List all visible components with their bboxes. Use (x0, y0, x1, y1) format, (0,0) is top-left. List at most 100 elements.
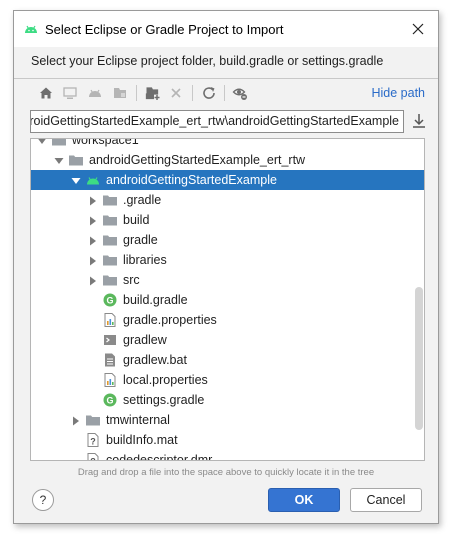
download-icon[interactable] (410, 112, 428, 130)
eye-icon (232, 88, 247, 100)
window-title: Select Eclipse or Gradle Project to Impo… (45, 22, 284, 37)
tree-row-label: src (123, 273, 140, 287)
tree-row-label: buildInfo.mat (106, 433, 178, 447)
expand-arrow-icon[interactable] (71, 415, 81, 426)
tree-row-label: androidGettingStartedExample_ert_rtw (89, 153, 306, 167)
title-bar: Select Eclipse or Gradle Project to Impo… (14, 11, 438, 47)
tree-row[interactable]: Gbuild.gradle (31, 290, 424, 310)
module-button[interactable] (110, 83, 130, 103)
expand-arrow-icon[interactable] (88, 275, 98, 286)
tree-row-label: workspace1 (72, 138, 139, 147)
delete-button[interactable] (166, 83, 186, 103)
show-hidden-button[interactable] (230, 83, 250, 103)
close-button[interactable] (408, 19, 428, 39)
tree-row[interactable]: workspace1 (31, 138, 424, 150)
properties-file-icon (102, 312, 118, 328)
tree-row[interactable]: ? codedescriptor.dmr (31, 450, 424, 462)
dialog-description: Select your Eclipse project folder, buil… (31, 54, 384, 68)
folder-icon (102, 272, 118, 288)
delete-icon (171, 88, 181, 98)
tree-row[interactable]: gradlew (31, 330, 424, 350)
folder-icon (85, 412, 101, 428)
android-icon (89, 89, 101, 97)
drag-drop-hint: Drag and drop a file into the space abov… (77, 467, 375, 478)
folder-icon (51, 139, 67, 148)
new-folder-icon (145, 87, 160, 100)
svg-text:G: G (106, 295, 113, 305)
gradle-file-icon: G (102, 392, 118, 408)
text-file-icon (102, 352, 118, 368)
unknown-file-icon: ? (85, 432, 101, 448)
shell-file-icon (102, 332, 118, 348)
desktop-button[interactable] (60, 83, 80, 103)
file-tree[interactable]: workspace1 androidGettingStartedExample_e… (30, 138, 425, 461)
hide-path-link[interactable]: Hide path (371, 86, 425, 100)
tree-row[interactable]: ? buildInfo.mat (31, 430, 424, 450)
home-button[interactable] (36, 83, 56, 103)
tree-row[interactable]: androidGettingStartedExample (31, 170, 424, 190)
tree-row-label: local.properties (123, 373, 208, 387)
svg-text:G: G (106, 395, 113, 405)
desktop-icon (63, 87, 77, 99)
unknown-file-icon: ? (85, 452, 101, 462)
tree-row[interactable]: tmwinternal (31, 410, 424, 430)
tree-row[interactable]: gradle (31, 230, 424, 250)
gradle-file-icon: G (102, 292, 118, 308)
tree-row-label: libraries (123, 253, 167, 267)
divider (14, 78, 438, 79)
collapse-arrow-icon[interactable] (37, 139, 47, 145)
import-dialog: Select Eclipse or Gradle Project to Impo… (13, 10, 439, 524)
toolbar-separator (136, 85, 137, 101)
tree-row-label: gradle.properties (123, 313, 217, 327)
folder-icon (68, 152, 84, 168)
tree-row[interactable]: Gsettings.gradle (31, 390, 424, 410)
tree-row[interactable]: gradlew.bat (31, 350, 424, 370)
new-folder-button[interactable] (143, 83, 163, 103)
tree-row[interactable]: local.properties (31, 370, 424, 390)
android-studio-icon (25, 25, 37, 33)
home-icon (40, 87, 52, 99)
module-icon (114, 88, 126, 98)
tree-row[interactable]: libraries (31, 250, 424, 270)
expand-arrow-icon[interactable] (88, 255, 98, 266)
folder-icon (102, 252, 118, 268)
collapse-arrow-icon[interactable] (54, 155, 64, 165)
expand-arrow-icon[interactable] (88, 235, 98, 246)
svg-text:?: ? (90, 437, 96, 447)
project-button[interactable] (85, 83, 105, 103)
toolbar: Hide path (30, 81, 425, 105)
cancel-button[interactable]: Cancel (350, 488, 422, 512)
folder-icon (102, 212, 118, 228)
path-value: ndroidGettingStartedExample_ert_rtw\andr… (30, 114, 399, 128)
tree-row-label: gradlew.bat (123, 353, 187, 367)
tree-row[interactable]: gradle.properties (31, 310, 424, 330)
help-button[interactable]: ? (32, 489, 54, 511)
tree-row-label: androidGettingStartedExample (106, 173, 277, 187)
tree-row-label: settings.gradle (123, 393, 205, 407)
close-icon (412, 23, 424, 35)
expand-arrow-icon[interactable] (88, 195, 98, 206)
tree-row[interactable]: androidGettingStartedExample_ert_rtw (31, 150, 424, 170)
tree-row-label: .gradle (123, 193, 162, 207)
expand-arrow-icon[interactable] (88, 215, 98, 226)
tree-row-label: tmwinternal (106, 413, 170, 427)
tree-row[interactable]: .gradle (31, 190, 424, 210)
tree-row[interactable]: src (31, 270, 424, 290)
toolbar-separator (224, 85, 225, 101)
android-icon (85, 172, 101, 188)
tree-row-label: build.gradle (123, 293, 188, 307)
vertical-scrollbar[interactable] (415, 287, 423, 430)
refresh-button[interactable] (199, 83, 219, 103)
tree-row-label: codedescriptor.dmr (106, 453, 213, 461)
tree-row-label: gradle (123, 233, 158, 247)
tree-row-label: build (123, 213, 150, 227)
collapse-arrow-icon[interactable] (71, 175, 81, 185)
folder-icon (102, 232, 118, 248)
path-field[interactable]: ndroidGettingStartedExample_ert_rtw\andr… (30, 110, 404, 133)
svg-text:?: ? (90, 457, 96, 462)
ok-button[interactable]: OK (268, 488, 340, 512)
tree-row[interactable]: build (31, 210, 424, 230)
tree-row-label: gradlew (123, 333, 167, 347)
properties-file-icon (102, 372, 118, 388)
refresh-icon (203, 87, 215, 99)
